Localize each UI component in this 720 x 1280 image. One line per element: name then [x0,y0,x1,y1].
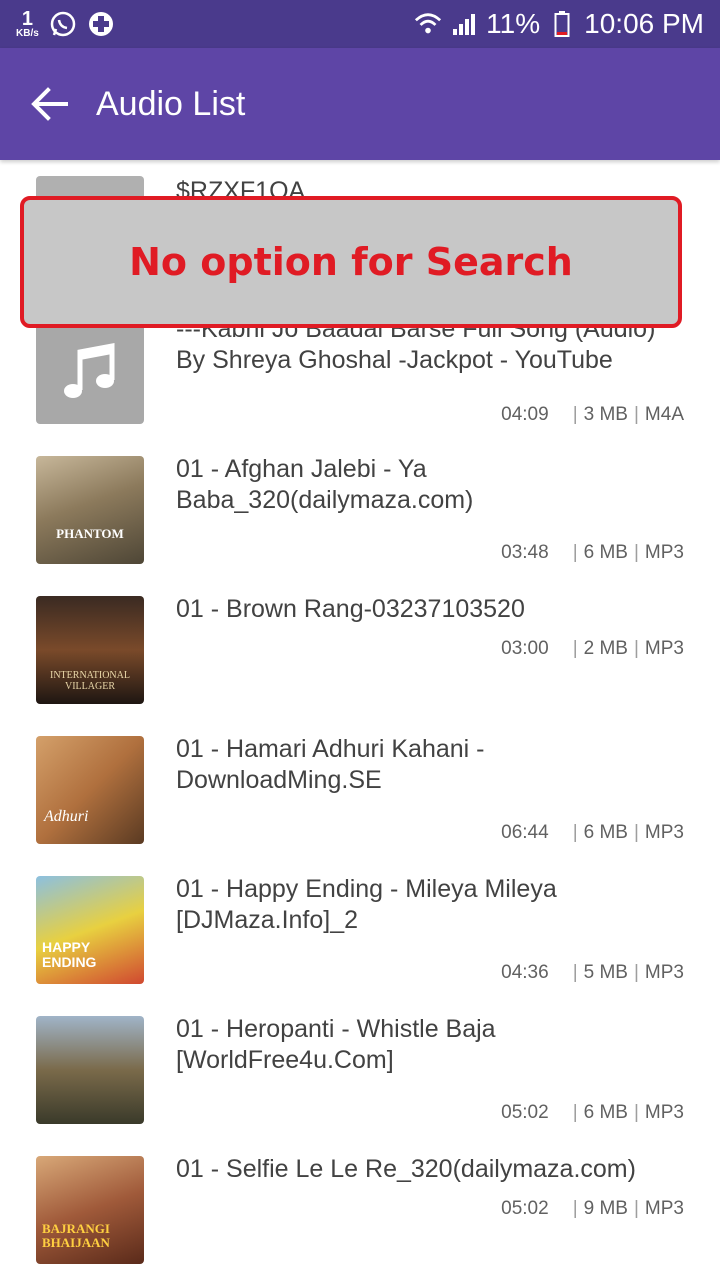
song-title: 01 - Afghan Jalebi - Ya Baba_320(dailyma… [176,455,474,514]
album-art-text: BAJRANGI BHAIJAAN [42,1221,110,1250]
song-size: 2 MB [583,638,628,659]
song-meta: 05:02 | 6 MB | MP3 [501,1102,684,1124]
status-bar: 1 KB/s 11% 10:06 PM [0,0,720,48]
album-art-text: HAPPY ENDING [42,939,97,970]
album-art [36,316,144,424]
song-duration: 04:36 [501,962,549,983]
song-title: 01 - Selfie Le Le Re_320(dailymaza.com) [176,1155,636,1183]
song-title: 01 - Happy Ending - Mileya Mileya [DJMaz… [176,875,557,934]
song-duration: 03:48 [501,542,549,563]
song-meta: 04:09 | 3 MB | M4A [501,404,684,426]
song-meta: 04:36 | 5 MB | MP3 [501,962,684,984]
album-art: PHANTOM [36,456,144,564]
album-art: BAJRANGI BHAIJAAN [36,1156,144,1264]
divider: | [633,962,639,983]
list-item[interactable]: BAJRANGI BHAIJAAN 01 - Selfie Le Le Re_3… [0,1140,720,1280]
song-format: MP3 [644,1102,684,1123]
song-format: MP3 [644,822,684,843]
divider: | [572,822,578,843]
divider: | [572,1102,578,1123]
list-item[interactable]: 01 - Heropanti - Whistle Baja [WorldFree… [0,1000,720,1140]
network-speed-unit: KB/s [16,28,39,39]
wifi-icon [414,10,442,38]
album-art: HAPPY ENDING [36,876,144,984]
divider: | [633,638,639,659]
signal-icon [450,10,478,38]
song-duration: 05:02 [501,1102,549,1123]
song-size: 9 MB [583,1198,628,1219]
song-format: MP3 [644,1198,684,1219]
back-button[interactable] [0,48,100,160]
list-item[interactable]: Adhuri 01 - Hamari Adhuri Kahani - Downl… [0,720,720,860]
divider: | [572,638,578,659]
song-duration: 06:44 [501,822,549,843]
song-size: 6 MB [583,822,628,843]
song-size: 3 MB [583,404,628,425]
album-art-text: PHANTOM [56,526,124,541]
network-speed-value: 1 [21,8,33,30]
list-item[interactable]: PHANTOM 01 - Afghan Jalebi - Ya Baba_320… [0,440,720,580]
song-meta: 03:00 | 2 MB | MP3 [501,638,684,660]
song-duration: 03:00 [501,638,549,659]
app-bar: Audio List [0,48,720,160]
status-right: 11% 10:06 PM [414,8,704,40]
divider: | [633,1102,639,1123]
clock: 10:06 PM [584,8,704,39]
audio-list[interactable]: $RZXF1OA ---Kabhi Jo Baadal Barse Full S… [0,160,720,1280]
song-meta: 05:02 | 9 MB | MP3 [501,1198,684,1220]
divider: | [572,542,578,563]
album-art [36,1016,144,1124]
song-size: 6 MB [583,1102,628,1123]
album-art-text: Adhuri [44,808,89,825]
song-duration: 05:02 [501,1198,549,1219]
status-left: 1 KB/s [16,9,115,39]
divider: | [572,962,578,983]
battery-icon [548,10,576,38]
song-format: MP3 [644,638,684,659]
song-meta: 03:48 | 6 MB | MP3 [501,542,684,564]
battery-percent: 11% [486,8,541,39]
song-title: 01 - Hamari Adhuri Kahani - DownloadMing… [176,735,485,794]
song-title: 01 - Brown Rang-03237103520 [176,595,525,623]
song-format: M4A [644,404,684,425]
annotation-callout: No option for Search [20,196,682,328]
song-size: 5 MB [583,962,628,983]
song-title: 01 - Heropanti - Whistle Baja [WorldFree… [176,1015,496,1074]
divider: | [633,822,639,843]
divider: | [572,404,578,425]
annotation-text: No option for Search [129,240,573,284]
song-size: 6 MB [583,542,628,563]
album-art-text: INTERNATIONAL VILLAGER [50,670,130,692]
divider: | [633,404,639,425]
page-title: Audio List [96,84,246,123]
arrow-back-icon [31,87,68,121]
song-format: MP3 [644,962,684,983]
list-item[interactable]: INTERNATIONAL VILLAGER 01 - Brown Rang-0… [0,580,720,720]
whatsapp-icon [49,10,77,38]
song-duration: 04:09 [501,404,549,425]
network-speed: 1 KB/s [16,9,39,39]
song-format: MP3 [644,542,684,563]
divider: | [572,1198,578,1219]
album-art: INTERNATIONAL VILLAGER [36,596,144,704]
list-item[interactable]: HAPPY ENDING 01 - Happy Ending - Mileya … [0,860,720,1000]
song-meta: 06:44 | 6 MB | MP3 [501,822,684,844]
divider: | [633,1198,639,1219]
plus-icon [87,10,115,38]
music-note-icon [64,342,115,398]
divider: | [633,542,639,563]
album-art: Adhuri [36,736,144,844]
